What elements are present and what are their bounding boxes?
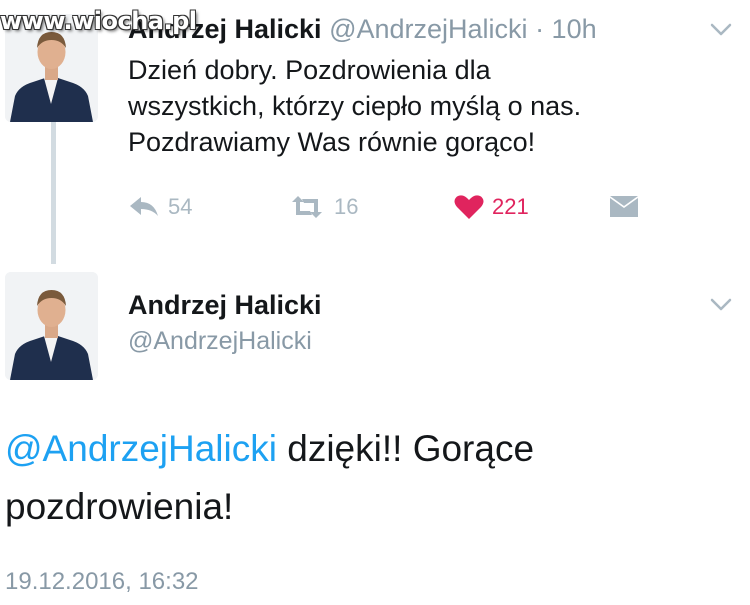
author-handle[interactable]: @AndrzejHalicki xyxy=(128,325,312,357)
thread-connector xyxy=(51,122,56,264)
author-handle[interactable]: @AndrzejHalicki xyxy=(329,14,527,44)
like-button[interactable]: 221 xyxy=(454,190,529,224)
mention-link[interactable]: @AndrzejHalicki xyxy=(5,428,277,469)
tweet-text: @AndrzejHalicki dzięki!! Gorące pozdrowi… xyxy=(5,420,735,536)
reply-icon xyxy=(130,197,158,216)
tweet-header: Andrzej Halicki @AndrzejHalicki · 10h xyxy=(128,12,597,46)
tweet-text-line: pozdrowienia! xyxy=(5,486,234,527)
profile-photo xyxy=(5,272,98,380)
tweet-text-line: Dzień dobry. Pozdrowienia dla xyxy=(128,55,491,85)
watermark: www.wiocha.pl xyxy=(0,7,197,35)
direct-message-icon xyxy=(610,196,638,217)
tweet-text-line: dzięki!! Gorące xyxy=(276,428,535,469)
like-count: 221 xyxy=(492,194,529,219)
reply-button[interactable]: 54 xyxy=(128,190,192,224)
tweet-actions: 54 16 221 xyxy=(128,190,658,224)
chevron-down-icon[interactable] xyxy=(710,298,732,312)
tweet-text-line: Pozdrawiamy Was równie gorąco! xyxy=(128,127,536,157)
direct-message-button[interactable] xyxy=(608,190,648,224)
heart-icon xyxy=(454,195,484,219)
tweet-text-line: wszystkich, którzy ciepło myślą o nas. xyxy=(128,91,582,121)
avatar[interactable] xyxy=(5,272,98,380)
tweet-time[interactable]: · 10h xyxy=(535,14,597,44)
tweet-text: Dzień dobry. Pozdrowienia dla wszystkich… xyxy=(128,52,728,160)
author-name[interactable]: Andrzej Halicki xyxy=(128,288,322,322)
chevron-down-icon[interactable] xyxy=(710,23,732,37)
retweet-icon xyxy=(292,196,322,218)
reply-count: 54 xyxy=(168,194,193,219)
retweet-count: 16 xyxy=(334,194,359,219)
tweet-timestamp: 19.12.2016, 16:32 xyxy=(5,568,199,595)
retweet-button[interactable]: 16 xyxy=(288,190,358,224)
